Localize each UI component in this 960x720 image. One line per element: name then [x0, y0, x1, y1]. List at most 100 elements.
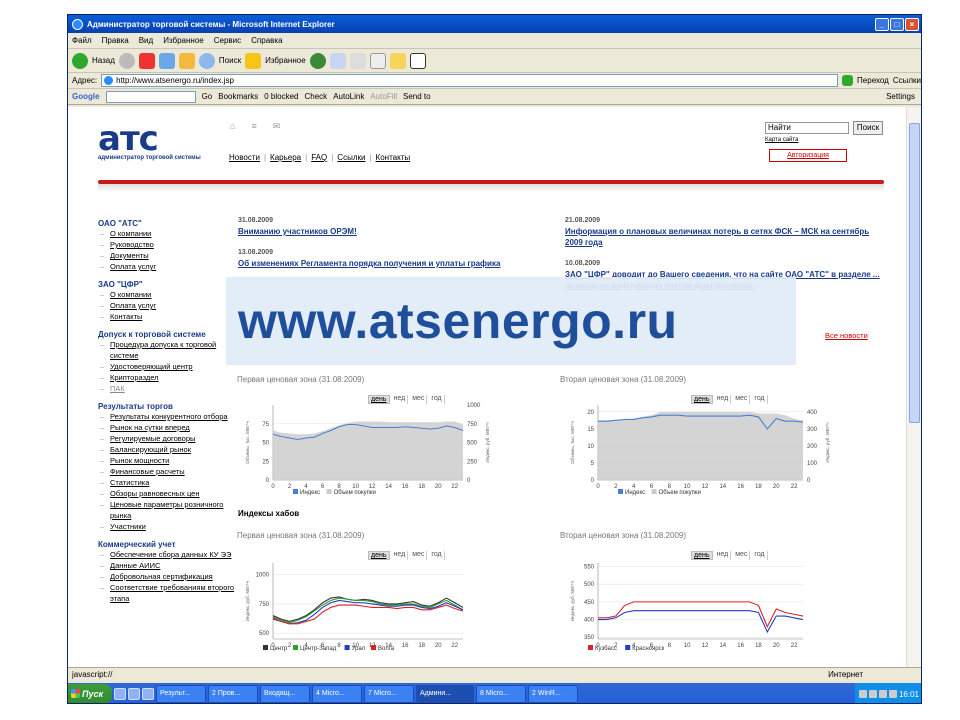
- sidebar-link[interactable]: Регулируемые договоры: [98, 433, 238, 444]
- taskbar-button[interactable]: Результ...: [156, 685, 206, 703]
- spellcheck-button[interactable]: Check: [305, 92, 328, 101]
- menu-favorites[interactable]: Избранное: [163, 36, 204, 45]
- popup-blocked-button[interactable]: 0 blocked: [264, 92, 298, 101]
- quicklaunch-desktop-icon[interactable]: [128, 688, 140, 700]
- taskbar-button[interactable]: 4 Micro...: [312, 685, 362, 703]
- refresh-icon[interactable]: [158, 52, 175, 69]
- menu-help[interactable]: Справка: [251, 36, 282, 45]
- sidebar-link[interactable]: Документы: [98, 250, 238, 261]
- go-button[interactable]: Переход: [857, 76, 889, 85]
- sidebar-link[interactable]: Удостоверяющий центр: [98, 361, 238, 372]
- tab-week[interactable]: нед: [392, 551, 409, 560]
- sidebar-link[interactable]: Соответствие требованиям второго этапа: [98, 582, 238, 604]
- edit-icon[interactable]: [369, 52, 386, 69]
- taskbar-button[interactable]: 2 WinR...: [528, 685, 578, 703]
- back-icon[interactable]: [72, 52, 88, 69]
- sidebar-link[interactable]: Добровольная сертификация: [98, 571, 238, 582]
- maximize-button[interactable]: □: [890, 17, 904, 31]
- links-label[interactable]: Ссылки: [893, 76, 921, 85]
- menu-file[interactable]: Файл: [72, 36, 92, 45]
- sidebar-link[interactable]: О компании: [98, 289, 238, 300]
- sidebar-link[interactable]: Оплата услуг: [98, 261, 238, 272]
- taskbar-button[interactable]: Входящ...: [260, 685, 310, 703]
- sidebar-link[interactable]: Обеспечение сбора данных КУ ЭЭ: [98, 549, 238, 560]
- taskbar-button[interactable]: 8 Micro...: [476, 685, 526, 703]
- autolink-button[interactable]: AutoLink: [333, 92, 364, 101]
- tray-icon[interactable]: [888, 690, 897, 698]
- taskbar-button[interactable]: 2 Пров...: [208, 685, 258, 703]
- sidebar-link[interactable]: Криптораздел: [98, 372, 238, 383]
- tab-day[interactable]: день: [691, 395, 713, 404]
- sidebar-link[interactable]: Руководство: [98, 239, 238, 250]
- tab-day[interactable]: день: [368, 551, 390, 560]
- nav-news[interactable]: Новости: [229, 153, 260, 162]
- nav-contacts[interactable]: Контакты: [376, 153, 411, 162]
- tab-month[interactable]: мес: [733, 395, 751, 404]
- autofill-button[interactable]: AutoFill: [370, 92, 397, 101]
- menu-view[interactable]: Вид: [139, 36, 153, 45]
- quicklaunch-app-icon[interactable]: [142, 688, 154, 700]
- nav-links[interactable]: Ссылки: [337, 153, 365, 162]
- sitemap-icon[interactable]: ≡: [251, 121, 256, 132]
- mail-icon[interactable]: [329, 52, 346, 69]
- taskbar-button[interactable]: 7 Micro...: [364, 685, 414, 703]
- address-input[interactable]: http://www.atsenergo.ru/index.jsp: [101, 74, 839, 87]
- search-icon[interactable]: [198, 52, 215, 69]
- search-label[interactable]: Поиск: [219, 56, 241, 65]
- sidebar-link[interactable]: Данные АИИС: [98, 560, 238, 571]
- tab-week[interactable]: нед: [392, 395, 409, 404]
- sidebar-link[interactable]: Ценовые параметры розничного рынка: [98, 499, 238, 521]
- history-icon[interactable]: [309, 52, 326, 69]
- close-button[interactable]: ×: [905, 17, 919, 31]
- tab-month[interactable]: мес: [733, 551, 751, 560]
- sendto-button[interactable]: Send to: [403, 92, 431, 101]
- tab-year[interactable]: год: [752, 395, 768, 404]
- tab-year[interactable]: год: [429, 551, 445, 560]
- favorites-label[interactable]: Избранное: [265, 56, 306, 65]
- settings-button[interactable]: Settings: [886, 92, 921, 101]
- go-arrow-icon[interactable]: [842, 75, 854, 86]
- news-link[interactable]: Информация о плановых величинах потерь в…: [565, 226, 885, 248]
- tab-month[interactable]: мес: [410, 395, 428, 404]
- news-link[interactable]: Об изменениях Регламента порядка получен…: [238, 258, 548, 269]
- all-news-link[interactable]: Все новости: [825, 331, 868, 340]
- vertical-scrollbar[interactable]: [906, 107, 921, 667]
- tab-day[interactable]: день: [691, 551, 713, 560]
- mail-icon[interactable]: ✉: [273, 121, 281, 132]
- site-search-input[interactable]: Найти: [765, 122, 849, 134]
- nav-career[interactable]: Карьера: [270, 153, 301, 162]
- minimize-button[interactable]: _: [875, 17, 889, 31]
- sidebar-link[interactable]: Балансирующий рынок: [98, 444, 238, 455]
- login-button[interactable]: Авторизация: [769, 149, 847, 162]
- google-go-button[interactable]: Go: [202, 92, 213, 101]
- stop-icon[interactable]: [138, 52, 155, 69]
- tray-icon[interactable]: [868, 690, 877, 698]
- sitemap-link[interactable]: Карта сайта: [765, 137, 798, 143]
- sidebar-link[interactable]: Результаты конкурентного отбора: [98, 411, 238, 422]
- folder-icon[interactable]: [389, 52, 406, 69]
- sidebar-link[interactable]: Участники: [98, 521, 238, 532]
- home-icon[interactable]: [178, 52, 195, 69]
- tab-week[interactable]: нед: [715, 395, 732, 404]
- tray-icon[interactable]: [878, 690, 887, 698]
- quicklaunch-ie-icon[interactable]: [114, 688, 126, 700]
- menu-tools[interactable]: Сервис: [214, 36, 241, 45]
- nav-faq[interactable]: FAQ: [311, 153, 327, 162]
- sidebar-link[interactable]: Контакты: [98, 311, 238, 322]
- tray-icon[interactable]: [858, 690, 867, 698]
- sidebar-link[interactable]: Статистика: [98, 477, 238, 488]
- tab-year[interactable]: год: [429, 395, 445, 404]
- sidebar-link[interactable]: Обзоры равновесных цен: [98, 488, 238, 499]
- sidebar-link[interactable]: Рынок на сутки вперед: [98, 422, 238, 433]
- site-search-button[interactable]: Поиск: [853, 121, 883, 135]
- sidebar-link[interactable]: Процедура допуска к торговой системе: [98, 339, 238, 361]
- tab-year[interactable]: год: [752, 551, 768, 560]
- favorites-star-icon[interactable]: [245, 52, 262, 69]
- print-icon[interactable]: [349, 52, 366, 69]
- back-label[interactable]: Назад: [92, 56, 115, 65]
- window-icon[interactable]: [409, 52, 426, 69]
- sidebar-link[interactable]: ПАК: [98, 383, 238, 394]
- home-icon[interactable]: ⌂: [230, 121, 235, 132]
- tab-day[interactable]: день: [368, 395, 390, 404]
- sidebar-link[interactable]: О компании: [98, 228, 238, 239]
